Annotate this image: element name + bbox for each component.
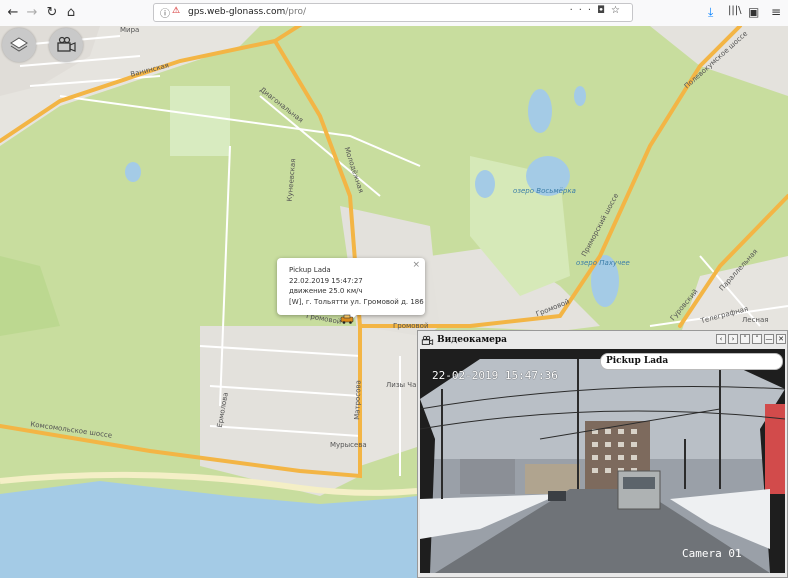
layers-button[interactable]: [2, 28, 36, 62]
video-camera-icon: [57, 36, 76, 52]
popup-close-button[interactable]: ×: [412, 260, 420, 270]
insecure-lock-icon[interactable]: ⚠: [172, 6, 180, 16]
layers-icon: [10, 37, 28, 52]
url-text: gps.web-glonass.com/pro/: [188, 7, 307, 17]
page-actions-icon[interactable]: ···: [570, 5, 598, 16]
street-label: Матросова: [353, 380, 363, 420]
prev-camera-button[interactable]: ‹: [716, 334, 726, 344]
sidebar-icon[interactable]: ▣: [748, 5, 759, 19]
collapse-button[interactable]: ˅: [740, 334, 750, 344]
pocket-icon[interactable]: ◘: [597, 5, 611, 16]
back-button[interactable]: ←: [4, 4, 22, 22]
street-label: Мира: [120, 26, 140, 34]
vehicle-datetime: 22.02.2019 15:47:27: [289, 277, 363, 285]
library-icon[interactable]: |||\: [728, 5, 741, 16]
vehicle-address: [W], г. Тольятти ул. Громовой д. 186: [289, 298, 424, 306]
street-label: Громовой: [393, 322, 429, 330]
video-button[interactable]: [49, 28, 83, 62]
site-info-icon[interactable]: ⓘ: [160, 5, 170, 20]
video-vehicle-badge: Pickup Lada: [600, 353, 783, 370]
next-camera-button[interactable]: ›: [728, 334, 738, 344]
vehicle-status: движение 25.0 км/ч: [289, 287, 363, 295]
video-camera-label: Camera 01: [682, 547, 742, 560]
download-icon[interactable]: ⤓: [708, 5, 713, 20]
camera-frame: [420, 349, 785, 573]
minimize-button[interactable]: —: [764, 334, 774, 344]
menu-icon[interactable]: ≡: [771, 5, 781, 19]
vehicle-name: Pickup Lada: [289, 266, 331, 274]
url-actions: ···◘☆: [570, 5, 626, 16]
vehicle-info-popup: × Pickup Lada 22.02.2019 15:47:27 движен…: [277, 258, 425, 315]
video-camera-icon: [421, 335, 434, 345]
street-label: Мурысева: [330, 441, 367, 449]
video-window-title: Видеокамера: [437, 335, 508, 345]
car-marker-icon[interactable]: [340, 314, 354, 324]
bookmark-star-icon[interactable]: ☆: [611, 5, 626, 16]
video-camera-window[interactable]: Видеокамера ‹ › ˅ ˄ — ✕ 22-02-2019 15:47…: [417, 330, 788, 578]
close-window-button[interactable]: ✕: [776, 334, 786, 344]
lake-label: озеро Восьмёрка: [513, 187, 576, 195]
video-feed: 22-02-2019 15:47:36 Camera 01: [420, 349, 785, 573]
url-bar[interactable]: ⓘ ⚠ gps.web-glonass.com/pro/ ···◘☆: [153, 3, 633, 22]
reload-button[interactable]: ↻: [43, 4, 61, 22]
forward-button[interactable]: →: [23, 4, 41, 22]
home-button[interactable]: ⌂: [62, 4, 80, 22]
browser-toolbar: ← → ↻ ⌂ ⓘ ⚠ gps.web-glonass.com/pro/ ···…: [0, 0, 788, 27]
expand-button[interactable]: ˄: [752, 334, 762, 344]
video-timestamp: 22-02-2019 15:47:36: [432, 369, 558, 382]
street-label: Лесная: [742, 316, 769, 324]
lake-label: озеро Пахучее: [576, 259, 630, 267]
